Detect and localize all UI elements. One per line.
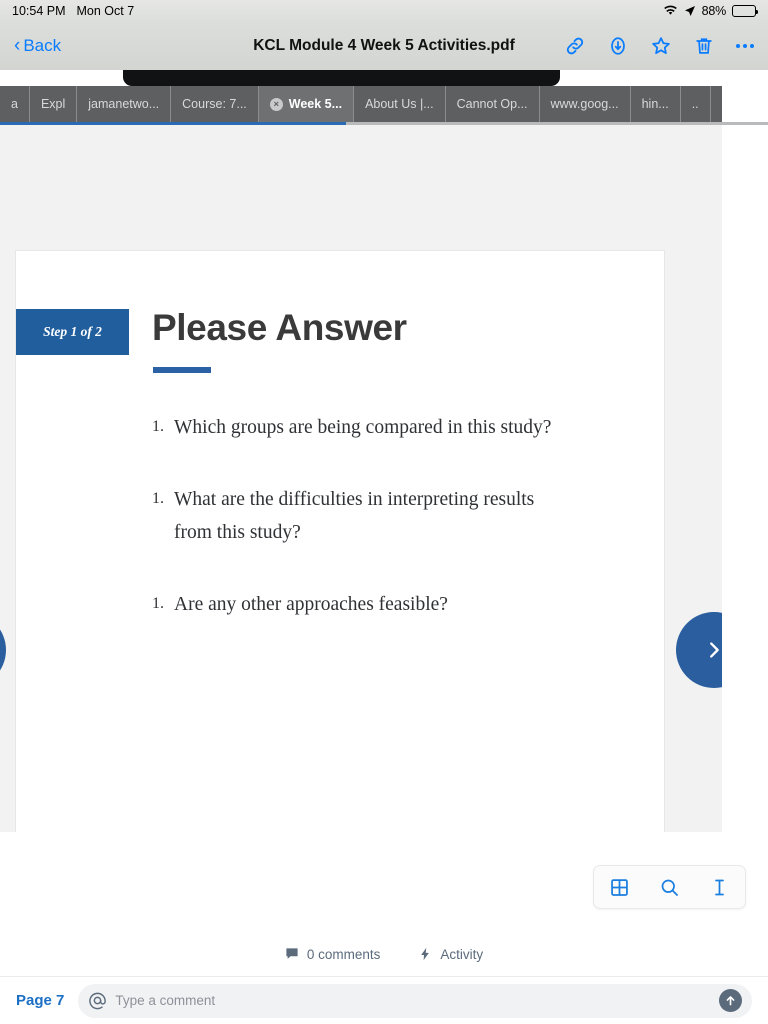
back-button[interactable]: ‹ Back: [14, 36, 61, 56]
page-indicator[interactable]: Page 7: [16, 992, 64, 1009]
address-bar-strip: [0, 70, 768, 86]
browser-tab[interactable]: Cannot Op...: [445, 86, 540, 122]
question-item: 1. Which groups are being compared in thi…: [152, 411, 572, 445]
app-nav-bar: ‹ Back KCL Module 4 Week 5 Activities.pd…: [0, 22, 768, 70]
wifi-icon: [663, 5, 678, 17]
status-bar: 10:54 PM Mon Oct 7 88%: [0, 0, 768, 22]
next-slide-button[interactable]: [676, 612, 722, 688]
text-select-icon[interactable]: [709, 877, 730, 898]
activity-bolt-icon: [418, 947, 432, 961]
browser-tab-label: About Us |...: [365, 97, 434, 111]
comment-field[interactable]: [78, 983, 752, 1018]
question-number: 1.: [152, 489, 164, 507]
browser-tab-label: Expl: [40, 97, 66, 111]
question-number: 1.: [152, 418, 164, 435]
browser-webview: a Expl jamanetwo... Course: 7... × Week 5... A…: [0, 70, 768, 832]
browser-tab[interactable]: ..: [680, 86, 711, 122]
web-page-content: Step 1 of 2 Please Answer 1. Which groups…: [0, 125, 722, 832]
ipad-screen: 10:54 PM Mon Oct 7 88% ‹ Back KCL Module…: [0, 0, 768, 1024]
title-underline-rule: [153, 367, 211, 373]
browser-tab[interactable]: Course: 7...: [171, 86, 259, 122]
chevron-left-icon: ‹: [14, 34, 21, 56]
status-bar-right: 88%: [663, 4, 759, 18]
download-icon[interactable]: [607, 35, 629, 57]
status-date: Mon Oct 7: [76, 4, 135, 18]
browser-tab-label: a: [11, 97, 18, 111]
activity-button[interactable]: Activity: [418, 947, 483, 962]
question-text: What are the difficulties in interpretin…: [174, 488, 535, 544]
browser-tab[interactable]: Expl: [29, 86, 78, 122]
slide-title: Please Answer: [152, 307, 407, 348]
nav-actions: [564, 35, 754, 57]
trash-icon[interactable]: [693, 35, 715, 57]
prev-slide-button[interactable]: [0, 612, 6, 688]
comment-icon: [285, 947, 299, 961]
battery-icon: [732, 5, 759, 17]
question-item: 1. What are the difficulties in interpret…: [152, 483, 572, 550]
comments-count-label: 0 comments: [306, 946, 381, 962]
browser-tab[interactable]: www.goog...: [539, 86, 631, 122]
browser-tab-label: Course: 7...: [182, 97, 247, 111]
browser-tab[interactable]: About Us |...: [354, 86, 446, 122]
slide-card: Step 1 of 2 Please Answer 1. Which groups…: [16, 251, 664, 832]
more-icon[interactable]: [736, 40, 754, 52]
address-bar[interactable]: [123, 70, 560, 86]
browser-tab-strip: a Expl jamanetwo... Course: 7... × Week 5... A…: [0, 86, 722, 122]
browser-tab-label: hin...: [641, 97, 669, 111]
browser-tab-label: Week 5...: [288, 97, 343, 111]
search-icon[interactable]: [659, 877, 680, 898]
comment-input[interactable]: [115, 993, 711, 1008]
comment-composer: Page 7: [0, 976, 768, 1024]
at-sign-icon[interactable]: [88, 991, 107, 1010]
tab-close-icon[interactable]: ×: [269, 97, 283, 111]
question-list: 1. Which groups are being compared in thi…: [152, 411, 572, 659]
step-badge: Step 1 of 2: [16, 309, 129, 355]
status-bar-left: 10:54 PM Mon Oct 7: [12, 4, 134, 18]
viewer-tools-toolbar: [593, 865, 746, 909]
document-meta-bar: 0 comments Activity: [0, 936, 768, 972]
browser-tab-label: ..: [691, 97, 699, 111]
thumbnails-icon[interactable]: [609, 877, 630, 898]
question-number: 1.: [152, 594, 164, 612]
browser-tab[interactable]: a: [0, 86, 30, 122]
star-icon[interactable]: [650, 35, 672, 57]
question-item: 1. Are any other approaches feasible?: [152, 588, 572, 622]
status-time: 10:54 PM: [12, 4, 66, 18]
question-text: Are any other approaches feasible?: [174, 593, 448, 615]
link-icon[interactable]: [564, 35, 586, 57]
back-button-label: Back: [23, 36, 62, 55]
battery-percent: 88%: [701, 4, 727, 18]
send-comment-button[interactable]: [719, 989, 742, 1012]
browser-tab-label: jamanetwo...: [88, 97, 160, 111]
browser-tab[interactable]: × Week 5...: [258, 86, 355, 122]
browser-tab-label: Cannot Op...: [456, 97, 528, 111]
browser-tab-label: www.goog...: [550, 97, 619, 111]
comments-button[interactable]: 0 comments: [285, 946, 381, 962]
question-text: Which groups are being compared in this …: [174, 417, 552, 438]
tab-strip-right-pad: [722, 86, 768, 122]
activity-label: Activity: [440, 946, 484, 962]
browser-tab[interactable]: jamanetwo...: [77, 86, 172, 122]
location-arrow-icon: [684, 5, 696, 17]
browser-tab[interactable]: [710, 86, 722, 122]
browser-tab[interactable]: hin...: [630, 86, 681, 122]
page-right-margin: [722, 125, 768, 832]
